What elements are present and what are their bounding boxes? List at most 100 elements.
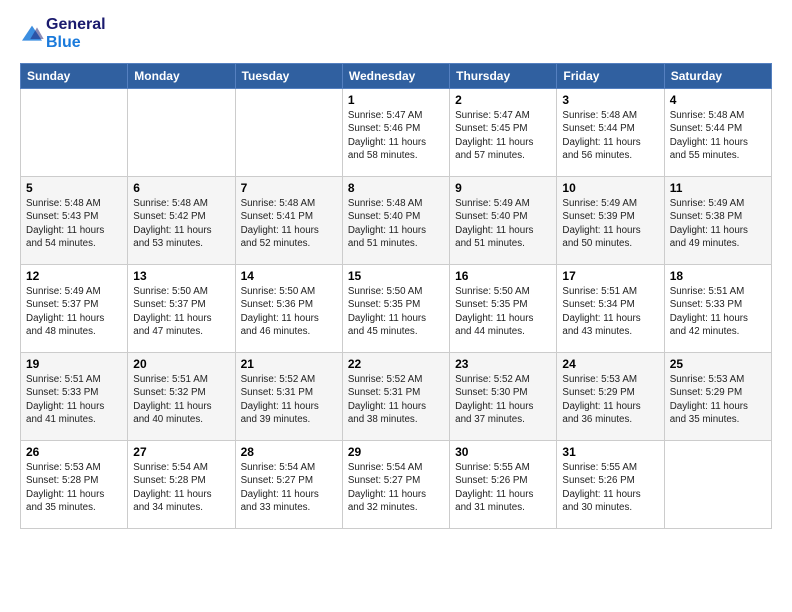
day-number: 25	[670, 357, 766, 371]
cell-info: Sunrise: 5:50 AM Sunset: 5:37 PM Dayligh…	[133, 285, 229, 338]
calendar-cell: 13 Sunrise: 5:50 AM Sunset: 5:37 PM Dayli…	[128, 265, 235, 353]
cell-info: Sunrise: 5:47 AM Sunset: 5:45 PM Dayligh…	[455, 109, 551, 162]
day-number: 12	[26, 269, 122, 283]
day-number: 31	[562, 445, 658, 459]
cell-info: Sunrise: 5:54 AM Sunset: 5:27 PM Dayligh…	[241, 461, 337, 514]
calendar-cell: 26 Sunrise: 5:53 AM Sunset: 5:28 PM Dayli…	[21, 441, 128, 529]
calendar-cell: 15 Sunrise: 5:50 AM Sunset: 5:35 PM Dayli…	[342, 265, 449, 353]
day-number: 8	[348, 181, 444, 195]
calendar-cell: 17 Sunrise: 5:51 AM Sunset: 5:34 PM Dayli…	[557, 265, 664, 353]
cell-info: Sunrise: 5:49 AM Sunset: 5:38 PM Dayligh…	[670, 197, 766, 250]
calendar-table: SundayMondayTuesdayWednesdayThursdayFrid…	[20, 63, 772, 529]
day-number: 16	[455, 269, 551, 283]
calendar-cell	[128, 89, 235, 177]
day-number: 24	[562, 357, 658, 371]
cell-info: Sunrise: 5:52 AM Sunset: 5:30 PM Dayligh…	[455, 373, 551, 426]
cell-info: Sunrise: 5:55 AM Sunset: 5:26 PM Dayligh…	[455, 461, 551, 514]
day-number: 3	[562, 93, 658, 107]
day-number: 6	[133, 181, 229, 195]
cell-info: Sunrise: 5:54 AM Sunset: 5:27 PM Dayligh…	[348, 461, 444, 514]
calendar-cell: 6 Sunrise: 5:48 AM Sunset: 5:42 PM Daylig…	[128, 177, 235, 265]
cell-info: Sunrise: 5:51 AM Sunset: 5:32 PM Dayligh…	[133, 373, 229, 426]
day-number: 2	[455, 93, 551, 107]
calendar-cell: 2 Sunrise: 5:47 AM Sunset: 5:45 PM Daylig…	[450, 89, 557, 177]
calendar-cell	[235, 89, 342, 177]
cell-info: Sunrise: 5:51 AM Sunset: 5:33 PM Dayligh…	[670, 285, 766, 338]
calendar-page: General Blue SundayMondayTuesdayWednesda…	[0, 0, 792, 612]
cell-info: Sunrise: 5:48 AM Sunset: 5:44 PM Dayligh…	[670, 109, 766, 162]
day-number: 19	[26, 357, 122, 371]
day-number: 17	[562, 269, 658, 283]
calendar-cell: 22 Sunrise: 5:52 AM Sunset: 5:31 PM Dayli…	[342, 353, 449, 441]
cell-info: Sunrise: 5:53 AM Sunset: 5:29 PM Dayligh…	[562, 373, 658, 426]
day-number: 11	[670, 181, 766, 195]
cell-info: Sunrise: 5:48 AM Sunset: 5:42 PM Dayligh…	[133, 197, 229, 250]
day-number: 4	[670, 93, 766, 107]
calendar-cell: 18 Sunrise: 5:51 AM Sunset: 5:33 PM Dayli…	[664, 265, 771, 353]
week-row-5: 26 Sunrise: 5:53 AM Sunset: 5:28 PM Dayli…	[21, 441, 772, 529]
weekday-row: SundayMondayTuesdayWednesdayThursdayFrid…	[21, 64, 772, 89]
calendar-cell: 7Sunrise: 5:48 AM Sunset: 5:41 PM Daylig…	[235, 177, 342, 265]
cell-info: Sunrise: 5:48 AM Sunset: 5:44 PM Dayligh…	[562, 109, 658, 162]
cell-info: Sunrise: 5:53 AM Sunset: 5:28 PM Dayligh…	[26, 461, 122, 514]
day-number: 7	[241, 181, 337, 195]
day-number: 20	[133, 357, 229, 371]
calendar-cell: 29Sunrise: 5:54 AM Sunset: 5:27 PM Dayli…	[342, 441, 449, 529]
calendar-cell: 4 Sunrise: 5:48 AM Sunset: 5:44 PM Daylig…	[664, 89, 771, 177]
calendar-cell: 12 Sunrise: 5:49 AM Sunset: 5:37 PM Dayli…	[21, 265, 128, 353]
cell-info: Sunrise: 5:48 AM Sunset: 5:43 PM Dayligh…	[26, 197, 122, 250]
weekday-header-sunday: Sunday	[21, 64, 128, 89]
weekday-header-tuesday: Tuesday	[235, 64, 342, 89]
cell-info: Sunrise: 5:55 AM Sunset: 5:26 PM Dayligh…	[562, 461, 658, 514]
weekday-header-thursday: Thursday	[450, 64, 557, 89]
calendar-body: 1Sunrise: 5:47 AM Sunset: 5:46 PM Daylig…	[21, 89, 772, 529]
day-number: 15	[348, 269, 444, 283]
calendar-header: SundayMondayTuesdayWednesdayThursdayFrid…	[21, 64, 772, 89]
day-number: 27	[133, 445, 229, 459]
weekday-header-friday: Friday	[557, 64, 664, 89]
calendar-cell: 16Sunrise: 5:50 AM Sunset: 5:35 PM Dayli…	[450, 265, 557, 353]
day-number: 22	[348, 357, 444, 371]
cell-info: Sunrise: 5:51 AM Sunset: 5:34 PM Dayligh…	[562, 285, 658, 338]
calendar-cell: 9 Sunrise: 5:49 AM Sunset: 5:40 PM Daylig…	[450, 177, 557, 265]
weekday-header-saturday: Saturday	[664, 64, 771, 89]
day-number: 21	[241, 357, 337, 371]
cell-info: Sunrise: 5:52 AM Sunset: 5:31 PM Dayligh…	[348, 373, 444, 426]
day-number: 14	[241, 269, 337, 283]
day-number: 18	[670, 269, 766, 283]
calendar-cell: 8 Sunrise: 5:48 AM Sunset: 5:40 PM Daylig…	[342, 177, 449, 265]
calendar-cell: 30 Sunrise: 5:55 AM Sunset: 5:26 PM Dayli…	[450, 441, 557, 529]
calendar-cell: 20 Sunrise: 5:51 AM Sunset: 5:32 PM Dayli…	[128, 353, 235, 441]
cell-info: Sunrise: 5:49 AM Sunset: 5:40 PM Dayligh…	[455, 197, 551, 250]
calendar-cell: 19 Sunrise: 5:51 AM Sunset: 5:33 PM Dayli…	[21, 353, 128, 441]
calendar-cell	[21, 89, 128, 177]
day-number: 30	[455, 445, 551, 459]
day-number: 13	[133, 269, 229, 283]
cell-info: Sunrise: 5:51 AM Sunset: 5:33 PM Dayligh…	[26, 373, 122, 426]
week-row-3: 12 Sunrise: 5:49 AM Sunset: 5:37 PM Dayli…	[21, 265, 772, 353]
weekday-header-monday: Monday	[128, 64, 235, 89]
cell-info: Sunrise: 5:53 AM Sunset: 5:29 PM Dayligh…	[670, 373, 766, 426]
cell-info: Sunrise: 5:50 AM Sunset: 5:36 PM Dayligh…	[241, 285, 337, 338]
day-number: 23	[455, 357, 551, 371]
calendar-cell: 14 Sunrise: 5:50 AM Sunset: 5:36 PM Dayli…	[235, 265, 342, 353]
cell-info: Sunrise: 5:50 AM Sunset: 5:35 PM Dayligh…	[348, 285, 444, 338]
cell-info: Sunrise: 5:47 AM Sunset: 5:46 PM Dayligh…	[348, 109, 444, 162]
cell-info: Sunrise: 5:52 AM Sunset: 5:31 PM Dayligh…	[241, 373, 337, 426]
cell-info: Sunrise: 5:48 AM Sunset: 5:40 PM Dayligh…	[348, 197, 444, 250]
weekday-header-wednesday: Wednesday	[342, 64, 449, 89]
cell-info: Sunrise: 5:49 AM Sunset: 5:37 PM Dayligh…	[26, 285, 122, 338]
cell-info: Sunrise: 5:54 AM Sunset: 5:28 PM Dayligh…	[133, 461, 229, 514]
logo-text: General Blue	[46, 16, 106, 51]
calendar-cell: 28Sunrise: 5:54 AM Sunset: 5:27 PM Dayli…	[235, 441, 342, 529]
calendar-cell: 31 Sunrise: 5:55 AM Sunset: 5:26 PM Dayli…	[557, 441, 664, 529]
day-number: 9	[455, 181, 551, 195]
calendar-cell: 10Sunrise: 5:49 AM Sunset: 5:39 PM Dayli…	[557, 177, 664, 265]
logo-icon	[20, 24, 44, 44]
calendar-cell	[664, 441, 771, 529]
week-row-1: 1Sunrise: 5:47 AM Sunset: 5:46 PM Daylig…	[21, 89, 772, 177]
cell-info: Sunrise: 5:49 AM Sunset: 5:39 PM Dayligh…	[562, 197, 658, 250]
day-number: 26	[26, 445, 122, 459]
calendar-cell: 21 Sunrise: 5:52 AM Sunset: 5:31 PM Dayli…	[235, 353, 342, 441]
calendar-cell: 5Sunrise: 5:48 AM Sunset: 5:43 PM Daylig…	[21, 177, 128, 265]
